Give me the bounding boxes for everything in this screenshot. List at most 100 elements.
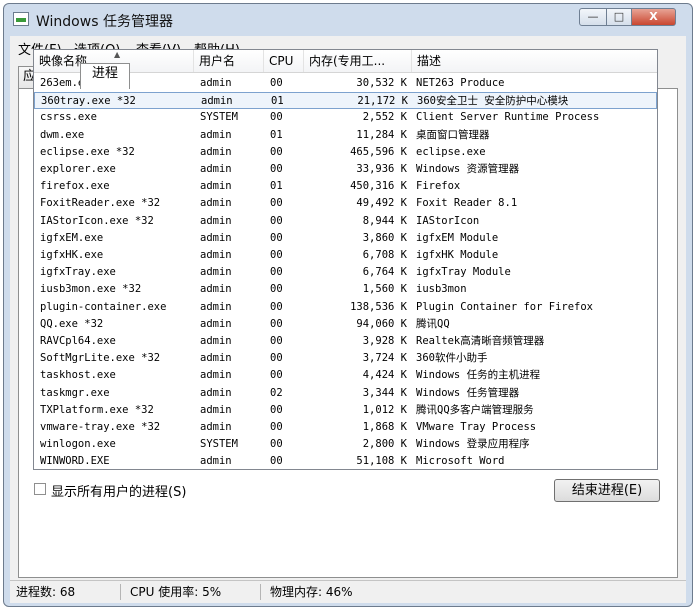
cell-image-name: taskhost.exe bbox=[40, 369, 116, 382]
cell-memory: 11,284 K bbox=[356, 128, 407, 141]
table-row[interactable]: dwm.exe admin 01 11,284 K 桌面窗口管理器 bbox=[34, 127, 657, 144]
cell-cpu: 00 bbox=[270, 214, 283, 227]
cell-image-name: FoxitReader.exe *32 bbox=[40, 197, 161, 210]
cell-memory: 2,800 K bbox=[362, 438, 407, 451]
table-row[interactable]: TXPlatform.exe *32 admin 00 1,012 K 腾讯QQ多客户端… bbox=[34, 402, 657, 419]
cell-memory: 3,724 K bbox=[362, 352, 407, 365]
table-row[interactable]: plugin-container.exe admin 00 138,536 K Plug… bbox=[34, 299, 657, 316]
table-row[interactable]: eclipse.exe *32 admin 00 465,596 K eclipse.e… bbox=[34, 144, 657, 161]
cell-image-name: IAStorIcon.exe *32 bbox=[40, 214, 154, 227]
cell-image-name: SoftMgrLite.exe *32 bbox=[40, 352, 161, 365]
task-manager-window: Windows 任务管理器 — □ X 文件(F) 选项(O) 查看(V) 帮助… bbox=[3, 3, 693, 607]
column-user-name[interactable]: 用户名 bbox=[194, 50, 264, 72]
cell-image-name: dwm.exe bbox=[40, 128, 85, 141]
cell-user-name: SYSTEM bbox=[200, 438, 238, 451]
table-row[interactable]: 360tray.exe *32 admin 01 21,172 K 360安全卫士 安全… bbox=[34, 92, 657, 110]
cell-memory: 465,596 K bbox=[350, 145, 407, 158]
cell-memory: 21,172 K bbox=[357, 95, 408, 108]
table-row[interactable]: FoxitReader.exe *32 admin 00 49,492 K Foxit … bbox=[34, 195, 657, 212]
cell-cpu: 00 bbox=[270, 455, 283, 468]
table-row[interactable]: csrss.exe SYSTEM 00 2,552 K Client Server Ru… bbox=[34, 109, 657, 126]
cell-description: iusb3mon bbox=[416, 283, 467, 296]
process-list[interactable]: ▲ 映像名称 用户名 CPU 内存(专用工... 描述 263em.exe *3… bbox=[33, 49, 658, 470]
minimize-button[interactable]: — bbox=[579, 8, 607, 26]
cell-cpu: 00 bbox=[270, 249, 283, 261]
table-row[interactable]: taskmgr.exe admin 02 3,344 K Windows 任务管理器 bbox=[34, 385, 657, 402]
cell-cpu: 00 bbox=[270, 163, 283, 175]
cell-image-name: igfxEM.exe bbox=[40, 231, 104, 244]
cell-description: Realtek高清晰音频管理器 bbox=[416, 335, 545, 347]
cell-description: 360安全卫士 安全防护中心模块 bbox=[417, 95, 569, 108]
cell-image-name: 360tray.exe *32 bbox=[41, 95, 136, 108]
cell-cpu: 00 bbox=[270, 77, 283, 89]
status-cpu-usage: CPU 使用率: 5% bbox=[130, 585, 222, 599]
cell-user-name: admin bbox=[200, 386, 232, 399]
close-button[interactable]: X bbox=[631, 8, 676, 26]
title-bar[interactable]: Windows 任务管理器 — □ X bbox=[4, 4, 692, 34]
table-row[interactable]: SoftMgrLite.exe *32 admin 00 3,724 K 360软件小助… bbox=[34, 350, 657, 367]
cell-image-name: firefox.exe bbox=[40, 180, 110, 193]
cell-user-name: admin bbox=[200, 352, 232, 365]
table-row[interactable]: WINWORD.EXE admin 00 51,108 K Microsoft Word bbox=[34, 453, 657, 469]
cell-user-name: admin bbox=[200, 403, 232, 416]
show-all-users-checkbox[interactable] bbox=[34, 483, 46, 495]
cell-user-name: admin bbox=[201, 95, 233, 108]
end-process-button[interactable]: 结束进程(E) bbox=[554, 479, 660, 502]
cell-user-name: admin bbox=[200, 317, 232, 330]
cell-cpu: 00 bbox=[270, 335, 283, 347]
column-memory[interactable]: 内存(专用工... bbox=[304, 50, 412, 72]
table-row[interactable]: IAStorIcon.exe *32 admin 00 8,944 K IAStorIc… bbox=[34, 213, 657, 230]
cell-user-name: admin bbox=[200, 197, 232, 210]
table-row[interactable]: igfxEM.exe admin 00 3,860 K igfxEM Module bbox=[34, 230, 657, 247]
column-cpu[interactable]: CPU bbox=[264, 50, 304, 72]
cell-description: 360软件小助手 bbox=[416, 352, 488, 365]
tab-processes[interactable]: 进程 bbox=[80, 63, 130, 89]
cell-description: Windows 登录应用程序 bbox=[416, 438, 530, 451]
cell-user-name: admin bbox=[200, 231, 232, 244]
cell-cpu: 00 bbox=[270, 231, 283, 244]
status-bar: 进程数: 68 CPU 使用率: 5% 物理内存: 46% bbox=[10, 580, 686, 603]
cell-description: 桌面窗口管理器 bbox=[416, 128, 490, 141]
cell-image-name: plugin-container.exe bbox=[40, 300, 167, 313]
table-row[interactable]: igfxHK.exe admin 00 6,708 K igfxHK Module bbox=[34, 247, 657, 264]
maximize-button[interactable]: □ bbox=[606, 8, 632, 26]
cell-user-name: admin bbox=[200, 145, 232, 158]
task-manager-icon bbox=[13, 12, 29, 26]
table-row[interactable]: explorer.exe admin 00 33,936 K Windows 资源管理器 bbox=[34, 161, 657, 178]
status-divider bbox=[260, 584, 261, 600]
table-row[interactable]: igfxTray.exe admin 00 6,764 K igfxTray Modul… bbox=[34, 264, 657, 281]
cell-cpu: 01 bbox=[270, 128, 283, 141]
cell-memory: 3,928 K bbox=[362, 335, 407, 347]
cell-image-name: explorer.exe bbox=[40, 163, 116, 175]
cell-user-name: admin bbox=[200, 180, 232, 193]
table-row[interactable]: QQ.exe *32 admin 00 94,060 K 腾讯QQ bbox=[34, 316, 657, 333]
cell-memory: 4,424 K bbox=[362, 369, 407, 382]
cell-user-name: SYSTEM bbox=[200, 111, 238, 124]
cell-image-name: vmware-tray.exe *32 bbox=[40, 421, 161, 433]
cell-user-name: admin bbox=[200, 369, 232, 382]
column-description[interactable]: 描述 bbox=[412, 50, 657, 72]
cell-image-name: TXPlatform.exe *32 bbox=[40, 403, 154, 416]
cell-image-name: igfxTray.exe bbox=[40, 266, 116, 279]
cell-cpu: 00 bbox=[270, 111, 283, 124]
table-row[interactable]: vmware-tray.exe *32 admin 00 1,868 K VMware … bbox=[34, 419, 657, 436]
status-divider bbox=[120, 584, 121, 600]
window-title: Windows 任务管理器 bbox=[36, 14, 173, 30]
table-row[interactable]: taskhost.exe admin 00 4,424 K Windows 任务的主机进… bbox=[34, 367, 657, 384]
cell-memory: 450,316 K bbox=[350, 180, 407, 193]
table-row[interactable]: iusb3mon.exe *32 admin 00 1,560 K iusb3mon bbox=[34, 281, 657, 298]
table-row[interactable]: RAVCpl64.exe admin 00 3,928 K Realtek高清晰音频管理… bbox=[34, 333, 657, 350]
cell-memory: 2,552 K bbox=[362, 111, 407, 124]
cell-cpu: 00 bbox=[270, 300, 283, 313]
cell-description: Windows 任务的主机进程 bbox=[416, 369, 541, 382]
table-row[interactable]: firefox.exe admin 01 450,316 K Firefox bbox=[34, 178, 657, 195]
cell-cpu: 00 bbox=[270, 369, 283, 382]
cell-cpu: 00 bbox=[270, 266, 283, 279]
table-row[interactable]: winlogon.exe SYSTEM 00 2,800 K Windows 登录应用程… bbox=[34, 436, 657, 453]
cell-description: 腾讯QQ多客户端管理服务 bbox=[416, 403, 534, 416]
cell-memory: 6,764 K bbox=[362, 266, 407, 279]
cell-description: Windows 任务管理器 bbox=[416, 386, 520, 399]
cell-memory: 6,708 K bbox=[362, 249, 407, 261]
cell-description: igfxTray Module bbox=[416, 266, 511, 279]
cell-image-name: igfxHK.exe bbox=[40, 249, 104, 261]
